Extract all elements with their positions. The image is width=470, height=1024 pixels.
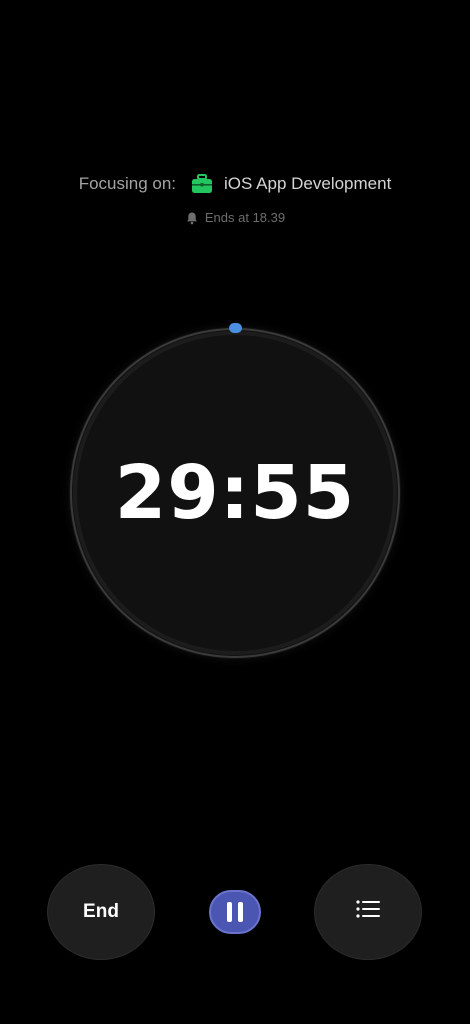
timer-dial[interactable]: 29:55 xyxy=(69,323,401,659)
timer-controls: End xyxy=(0,864,470,962)
end-time-text: Ends at 18.39 xyxy=(204,210,286,225)
pause-button[interactable] xyxy=(209,890,261,934)
focus-timer-screen: Focusing on: iOS App Development Ends at… xyxy=(0,0,470,1024)
end-button[interactable]: End xyxy=(47,864,155,960)
list-icon xyxy=(356,900,380,924)
pause-icon-bar xyxy=(238,902,243,922)
end-button-label: End xyxy=(83,901,119,922)
focus-label: Focusing on: xyxy=(78,174,177,193)
focus-header: Focusing on: iOS App Development xyxy=(0,172,470,196)
end-time-info: Ends at 18.39 xyxy=(0,210,470,225)
bell-icon xyxy=(185,211,199,225)
focus-task-name[interactable]: iOS App Development xyxy=(224,174,391,194)
pause-icon xyxy=(227,902,232,922)
briefcase-icon xyxy=(190,172,214,196)
list-button[interactable] xyxy=(314,864,422,960)
timer-countdown: 29:55 xyxy=(114,450,356,536)
